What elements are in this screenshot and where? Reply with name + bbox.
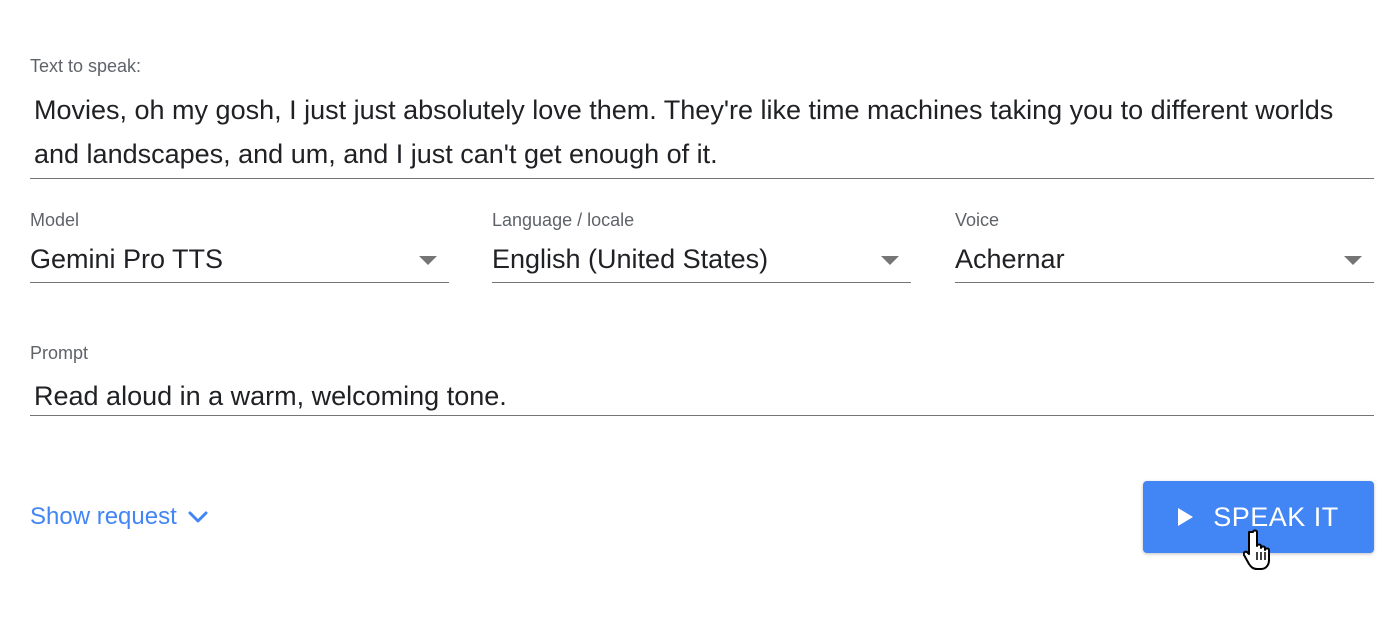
prompt-label: Prompt bbox=[30, 343, 89, 363]
tts-form: Text to speak: Movies, oh my gosh, I jus… bbox=[0, 0, 1400, 638]
voice-select[interactable]: Achernar bbox=[955, 244, 1374, 283]
chevron-down-icon bbox=[419, 256, 437, 265]
chevron-down-icon bbox=[881, 256, 899, 265]
model-select-value: Gemini Pro TTS bbox=[30, 244, 224, 274]
model-select[interactable]: Gemini Pro TTS bbox=[30, 244, 449, 283]
show-request-label: Show request bbox=[30, 503, 177, 530]
show-request-link[interactable]: Show request bbox=[30, 500, 209, 534]
text-to-speak-label: Text to speak: bbox=[30, 56, 142, 76]
language-select[interactable]: English (United States) bbox=[492, 244, 911, 283]
prompt-input[interactable]: Read aloud in a warm, welcoming tone. bbox=[30, 379, 1374, 416]
model-field: Model Gemini Pro TTS bbox=[30, 210, 449, 283]
chevron-down-icon bbox=[188, 511, 208, 523]
voice-select-value: Achernar bbox=[955, 244, 1065, 274]
model-label: Model bbox=[30, 210, 80, 230]
text-to-speak-field: Text to speak: Movies, oh my gosh, I jus… bbox=[30, 56, 1374, 179]
play-icon bbox=[1178, 508, 1194, 526]
voice-field: Voice Achernar bbox=[955, 210, 1374, 283]
voice-label: Voice bbox=[955, 210, 1000, 230]
prompt-field: Prompt Read aloud in a warm, welcoming t… bbox=[30, 343, 1374, 416]
language-field: Language / locale English (United States… bbox=[492, 210, 911, 283]
chevron-down-icon bbox=[1344, 256, 1362, 265]
language-select-value: English (United States) bbox=[492, 244, 769, 274]
language-label: Language / locale bbox=[492, 210, 635, 230]
hand-pointer-cursor-icon bbox=[1243, 529, 1270, 570]
text-to-speak-input[interactable]: Movies, oh my gosh, I just just absolute… bbox=[30, 88, 1374, 179]
